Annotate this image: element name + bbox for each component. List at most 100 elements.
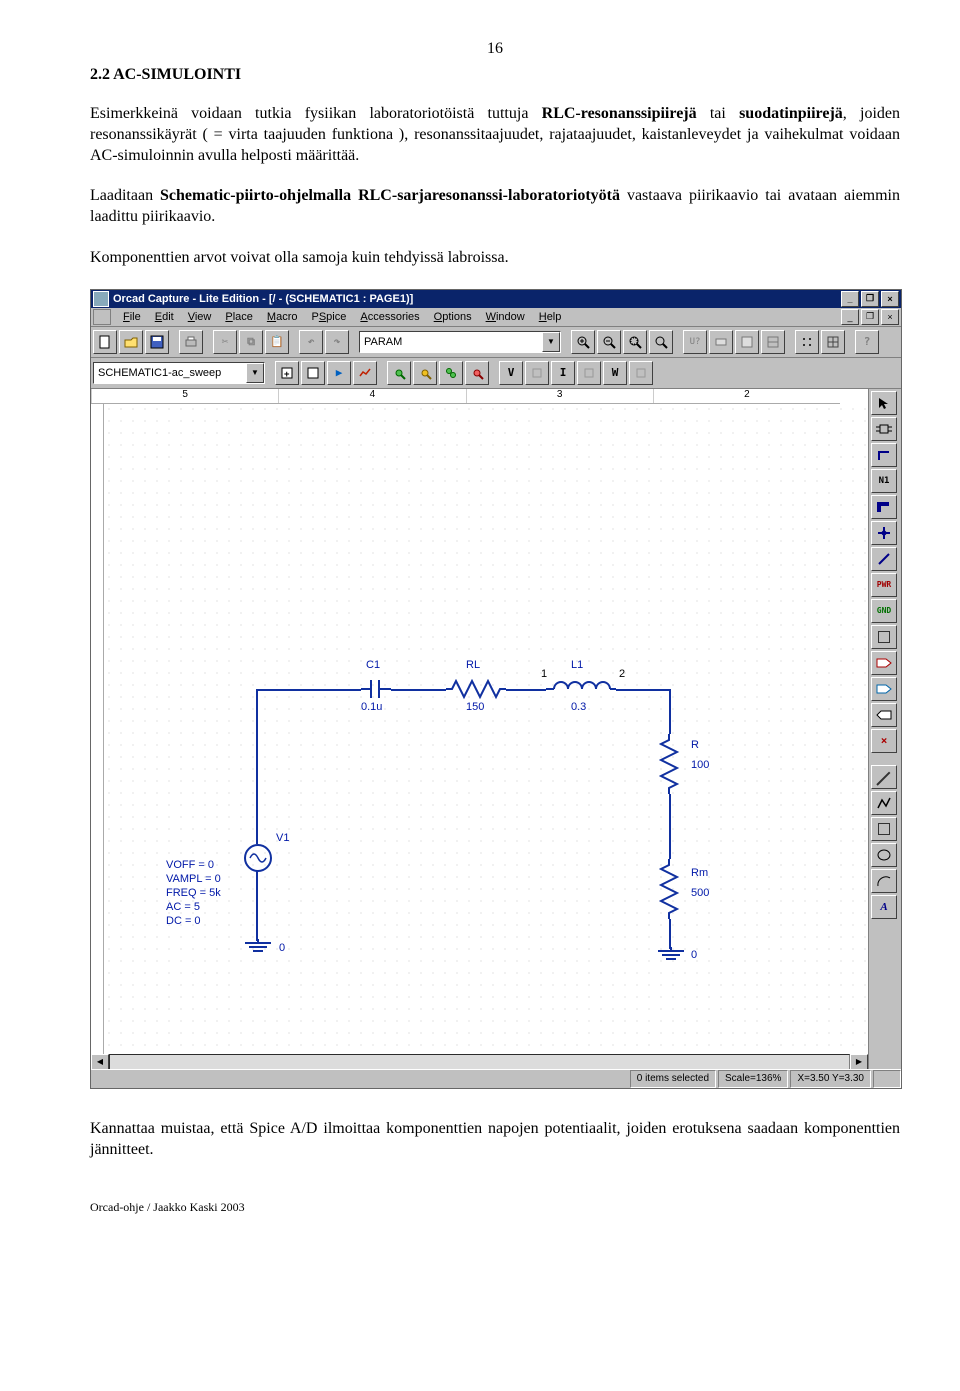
capacitor-c1[interactable] xyxy=(361,677,391,703)
simulation-profile-dropdown[interactable]: SCHEMATIC1-ac_sweep ▼ xyxy=(93,362,265,384)
menu-options[interactable]: Options xyxy=(428,310,478,324)
menu-accessories[interactable]: Accessories xyxy=(354,310,425,324)
undo-button[interactable]: ↶ xyxy=(299,330,323,354)
v1-freq[interactable]: FREQ = 5k xyxy=(166,887,221,899)
draw-polyline-icon[interactable] xyxy=(871,791,897,815)
vsource-v1[interactable] xyxy=(244,844,272,872)
part-dropdown[interactable]: PARAM ▼ xyxy=(359,331,561,353)
place-wire-icon[interactable] xyxy=(871,443,897,467)
place-noconnect-icon[interactable]: × xyxy=(871,729,897,753)
rm-value[interactable]: 500 xyxy=(691,887,709,899)
schematic-canvas[interactable]: 5 4 3 2 C1 0.1u xyxy=(91,389,868,1069)
horizontal-scrollbar[interactable]: ◀ ▶ xyxy=(91,1055,868,1069)
crossref-button[interactable] xyxy=(761,330,785,354)
resistor-rm[interactable] xyxy=(659,859,681,919)
close-button[interactable]: × xyxy=(881,291,899,307)
minimize-button[interactable]: _ xyxy=(841,291,859,307)
place-netalias-icon[interactable]: N1 xyxy=(871,469,897,493)
menu-pspice[interactable]: PSpice xyxy=(305,310,352,324)
redo-button[interactable]: ↷ xyxy=(325,330,349,354)
drc-button[interactable] xyxy=(709,330,733,354)
place-hier-pin-icon[interactable] xyxy=(871,677,897,701)
current-display-button[interactable]: I xyxy=(551,361,575,385)
toggle-grid-button[interactable] xyxy=(821,330,845,354)
maximize-button[interactable]: ❐ xyxy=(861,291,879,307)
zoom-fit-button[interactable] xyxy=(649,330,673,354)
current-probe-button[interactable] xyxy=(413,361,437,385)
rl-name[interactable]: RL xyxy=(466,659,480,671)
edit-sim-profile-button[interactable] xyxy=(301,361,325,385)
place-bus-icon[interactable] xyxy=(871,495,897,519)
draw-rect-icon[interactable] xyxy=(871,817,897,841)
scroll-track[interactable] xyxy=(109,1054,850,1069)
select-tool[interactable] xyxy=(871,391,897,415)
place-part-icon[interactable] xyxy=(871,417,897,441)
l1-value[interactable]: 0.3 xyxy=(571,701,586,713)
menu-macro[interactable]: Macro xyxy=(261,310,304,324)
c1-name[interactable]: C1 xyxy=(366,659,380,671)
paste-button[interactable]: 📋 xyxy=(265,330,289,354)
draw-line-icon[interactable] xyxy=(871,765,897,789)
chevron-down-icon[interactable]: ▼ xyxy=(542,332,560,352)
voltage-probe-button[interactable] xyxy=(387,361,411,385)
new-sim-profile-button[interactable]: + xyxy=(275,361,299,385)
c1-value[interactable]: 0.1u xyxy=(361,701,382,713)
draw-ellipse-icon[interactable] xyxy=(871,843,897,867)
place-hier-block-icon[interactable] xyxy=(871,625,897,649)
r-name[interactable]: R xyxy=(691,739,699,751)
gnd-left-label[interactable]: 0 xyxy=(279,942,285,954)
power-probe-button[interactable] xyxy=(465,361,489,385)
draw-arc-icon[interactable] xyxy=(871,869,897,893)
ground-left[interactable] xyxy=(241,939,275,957)
v1-name[interactable]: V1 xyxy=(276,832,289,844)
netlist-button[interactable] xyxy=(735,330,759,354)
rl-value[interactable]: 150 xyxy=(466,701,484,713)
place-text-icon[interactable]: A xyxy=(871,895,897,919)
view-results-button[interactable] xyxy=(353,361,377,385)
power-display-button[interactable]: W xyxy=(603,361,627,385)
child-minimize-button[interactable]: _ xyxy=(841,309,859,325)
place-junction-icon[interactable] xyxy=(871,521,897,545)
save-button[interactable] xyxy=(145,330,169,354)
open-button[interactable] xyxy=(119,330,143,354)
chevron-down-icon[interactable]: ▼ xyxy=(246,363,264,383)
menu-edit[interactable]: Edit xyxy=(149,310,180,324)
cut-button[interactable]: ✂ xyxy=(213,330,237,354)
child-close-button[interactable]: × xyxy=(881,309,899,325)
r-value[interactable]: 100 xyxy=(691,759,709,771)
v1-vampl[interactable]: VAMPL = 0 xyxy=(166,873,221,885)
v1-voff[interactable]: VOFF = 0 xyxy=(166,859,214,871)
place-hier-port-icon[interactable] xyxy=(871,651,897,675)
help-button[interactable]: ? xyxy=(855,330,879,354)
voltage-display-button[interactable]: V xyxy=(499,361,523,385)
voltage-toggle-button[interactable] xyxy=(525,361,549,385)
place-busentry-icon[interactable] xyxy=(871,547,897,571)
new-button[interactable] xyxy=(93,330,117,354)
menu-view[interactable]: View xyxy=(182,310,218,324)
gnd-right-label[interactable]: 0 xyxy=(691,949,697,961)
place-power-icon[interactable]: PWR xyxy=(871,573,897,597)
inductor-l1[interactable] xyxy=(546,677,616,701)
menu-window[interactable]: Window xyxy=(480,310,531,324)
zoom-area-button[interactable] xyxy=(623,330,647,354)
place-offpage-icon[interactable] xyxy=(871,703,897,727)
power-toggle-button[interactable] xyxy=(629,361,653,385)
diff-probe-button[interactable] xyxy=(439,361,463,385)
copy-button[interactable]: ⧉ xyxy=(239,330,263,354)
snap-grid-button[interactable] xyxy=(795,330,819,354)
zoom-out-button[interactable] xyxy=(597,330,621,354)
place-ground-icon[interactable]: GND xyxy=(871,599,897,623)
menu-place[interactable]: Place xyxy=(219,310,259,324)
resistor-r[interactable] xyxy=(659,734,681,794)
resistor-rl[interactable] xyxy=(446,679,506,701)
run-button[interactable]: ▶ xyxy=(327,361,351,385)
print-button[interactable] xyxy=(179,330,203,354)
menu-file[interactable]: File xyxy=(117,310,147,324)
zoom-in-button[interactable] xyxy=(571,330,595,354)
l1-name[interactable]: L1 xyxy=(571,659,583,671)
menu-help[interactable]: Help xyxy=(533,310,568,324)
scroll-right-icon[interactable]: ▶ xyxy=(850,1054,868,1069)
child-maximize-button[interactable]: ❐ xyxy=(861,309,879,325)
ground-right[interactable] xyxy=(654,947,688,965)
scroll-left-icon[interactable]: ◀ xyxy=(91,1054,109,1069)
